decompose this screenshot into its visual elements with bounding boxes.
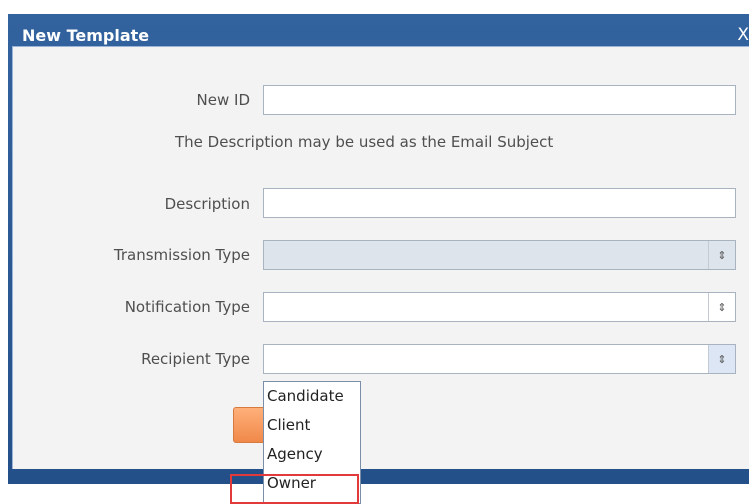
transmission-type-select[interactable]: ⇕: [263, 240, 736, 270]
description-hint: The Description may be used as the Email…: [175, 133, 554, 151]
recipient-type-label: Recipient Type: [141, 350, 250, 368]
spinner-icon[interactable]: ⇕: [708, 241, 735, 269]
option-candidate[interactable]: Candidate: [264, 382, 360, 411]
new-id-input[interactable]: [264, 86, 735, 114]
close-icon[interactable]: X: [737, 25, 749, 45]
spinner-icon[interactable]: ⇕: [708, 345, 735, 373]
notification-type-select[interactable]: ⇕: [263, 292, 736, 322]
option-agency[interactable]: Agency: [264, 440, 360, 469]
option-client[interactable]: Client: [264, 411, 360, 440]
new-id-label: New ID: [196, 91, 250, 109]
owner-highlight-box: [230, 474, 359, 504]
recipient-type-select[interactable]: ⇕: [263, 344, 736, 374]
description-label: Description: [164, 195, 250, 213]
dialog-title: New Template: [22, 26, 150, 45]
notification-type-label: Notification Type: [124, 298, 250, 316]
transmission-type-label: Transmission Type: [113, 246, 250, 264]
spinner-icon[interactable]: ⇕: [708, 293, 735, 321]
description-input[interactable]: [264, 189, 735, 217]
new-id-field[interactable]: [263, 85, 736, 115]
description-field[interactable]: [263, 188, 736, 218]
